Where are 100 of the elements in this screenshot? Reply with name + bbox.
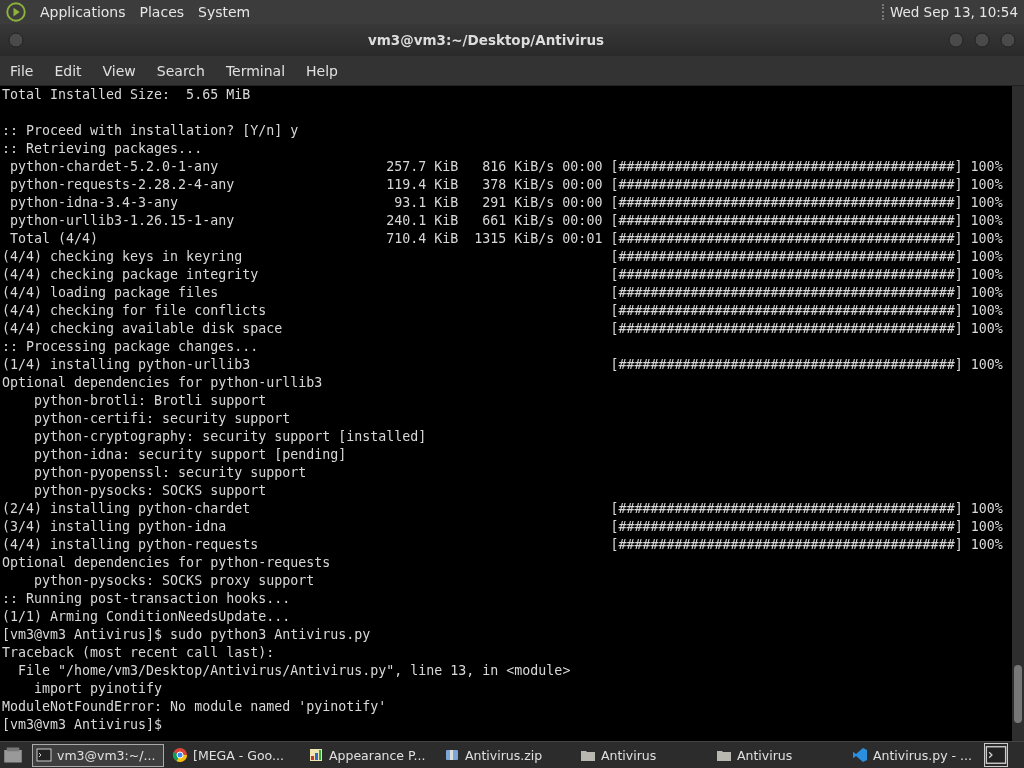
progress-percent: 100%: [970, 302, 1003, 320]
terminal-line: (4/4) checking for file conflicts: [2, 303, 267, 318]
progress-bar-text: [##########################################]: [610, 356, 963, 374]
taskbar-button[interactable]: Antivirus.py - ...: [848, 743, 980, 767]
menu-item[interactable]: File: [10, 62, 34, 79]
taskbar-button[interactable]: Antivirus: [576, 743, 708, 767]
download-time: 00:01: [562, 230, 603, 248]
progress-bar-text: [##########################################]: [610, 230, 963, 248]
download-rate: 816 KiB/s: [481, 158, 555, 176]
progress-bar-text: [##########################################]: [610, 284, 963, 302]
terminal-line: Optional dependencies for python-requests: [2, 554, 331, 572]
archive-icon: [444, 747, 460, 763]
terminal-line: Total Installed Size: 5.65 MiB: [2, 86, 251, 104]
logo-icon[interactable]: [6, 2, 26, 22]
progress-bar-text: [##########################################]: [610, 320, 963, 338]
menu-item[interactable]: Search: [156, 62, 205, 79]
package-name: Total (4/4): [9, 230, 100, 248]
window-menu-icon[interactable]: [6, 30, 26, 50]
download-rate: 291 KiB/s: [481, 194, 555, 212]
download-rate: 1315 KiB/s: [473, 230, 555, 248]
panel-menu[interactable]: Places: [139, 4, 185, 20]
terminal-line: python-pysocks: SOCKS proxy support: [33, 572, 315, 590]
terminal-line: ModuleNotFoundError: No module named 'pyinotify': [2, 698, 387, 716]
package-name: python-idna-3.4-3-any: [9, 194, 180, 212]
close-icon[interactable]: [998, 30, 1018, 50]
download-size: 257.7 KiB: [386, 158, 459, 176]
terminal-line: python-cryptography: security support [installed]: [33, 428, 427, 446]
terminal-line: python-pyopenssl: security support: [33, 464, 307, 482]
progress-bar-text: [##########################################]: [610, 266, 963, 284]
download-time: 00:00: [562, 158, 603, 176]
window-title: vm3@vm3:~/Desktop/Antivirus: [366, 32, 606, 48]
terminal-line: (4/4) checking available disk space: [2, 321, 283, 336]
terminal-line: (4/4) checking keys in keyring: [2, 249, 243, 264]
download-size: 240.1 KiB: [386, 212, 459, 230]
progress-bar-text: [##########################################]: [610, 302, 963, 320]
progress-percent: 100%: [970, 248, 1003, 266]
terminal-line: python-brotli: Brotli support: [33, 392, 267, 410]
menu-item[interactable]: View: [102, 62, 136, 79]
browser-icon: [172, 747, 188, 763]
taskbar-button[interactable]: Antivirus.zip: [440, 743, 572, 767]
download-time: 00:00: [562, 176, 603, 194]
panel-menu[interactable]: Applications: [40, 4, 126, 20]
progress-percent: 100%: [970, 500, 1003, 518]
terminal-line: (3/4) installing python-idna: [2, 519, 227, 534]
package-name: python-chardet-5.2.0-1-any: [9, 158, 220, 176]
progress-percent: 100%: [970, 158, 1003, 176]
download-size: 93.1 KiB: [393, 194, 459, 212]
terminal-line: Optional dependencies for python-urllib3: [2, 374, 323, 392]
taskbar-button[interactable]: Antivirus: [712, 743, 844, 767]
progress-percent: 100%: [970, 212, 1003, 230]
show-desktop-icon[interactable]: [2, 745, 24, 765]
minimize-icon[interactable]: [946, 30, 966, 50]
clock[interactable]: Wed Sep 13, 10:54: [881, 4, 1018, 20]
terminal-line: [vm3@vm3 Antivirus]$ sudo python3 Antivirus.py: [2, 626, 371, 644]
menu-item[interactable]: Help: [306, 62, 338, 79]
progress-bar-text: [##########################################]: [610, 500, 963, 518]
progress-bar-text: [##########################################]: [610, 248, 963, 266]
progress-percent: 100%: [970, 230, 1003, 248]
terminal-line: :: Retrieving packages...: [2, 140, 203, 158]
download-time: 00:00: [562, 212, 603, 230]
progress-percent: 100%: [970, 176, 1003, 194]
terminal-line: import pyinotify: [33, 680, 163, 698]
download-size: 710.4 KiB: [386, 230, 459, 248]
progress-bar-text: [##########################################]: [610, 176, 963, 194]
panel-menu[interactable]: System: [198, 4, 251, 20]
progress-percent: 100%: [970, 320, 1003, 338]
progress-percent: 100%: [970, 518, 1003, 536]
menu-item[interactable]: Terminal: [225, 62, 286, 79]
menu-item[interactable]: Edit: [54, 62, 82, 79]
terminal-line: (4/4) installing python-requests: [2, 537, 259, 552]
taskbar-button[interactable]: Appearance P...: [304, 743, 436, 767]
terminal-line: python-idna: security support [pending]: [33, 446, 347, 464]
terminal-line: (1/4) installing python-urllib3: [2, 357, 251, 372]
download-size: 119.4 KiB: [386, 176, 459, 194]
maximize-icon[interactable]: [972, 30, 992, 50]
taskbar-button[interactable]: [MEGA - Goo...: [168, 743, 300, 767]
terminal-line: (4/4) checking package integrity: [2, 267, 259, 282]
terminal-line: :: Processing package changes...: [2, 338, 259, 356]
progress-bar-text: [##########################################]: [610, 518, 963, 536]
package-name: python-requests-2.28.2-4-any: [9, 176, 236, 194]
taskbar-button[interactable]: vm3@vm3:~/...: [32, 743, 164, 767]
progress-bar-text: [##########################################]: [610, 194, 963, 212]
terminal-line: (1/1) Arming ConditionNeedsUpdate...: [2, 608, 291, 626]
scrollbar-thumb[interactable]: [1014, 665, 1022, 723]
progress-percent: 100%: [970, 266, 1003, 284]
progress-percent: 100%: [970, 356, 1003, 374]
progress-percent: 100%: [970, 536, 1003, 554]
code-editor-icon: [852, 747, 868, 763]
scrollbar[interactable]: [1012, 86, 1024, 741]
download-rate: 378 KiB/s: [481, 176, 555, 194]
progress-percent: 100%: [970, 194, 1003, 212]
terminal-icon[interactable]: [984, 743, 1008, 767]
terminal-line: (2/4) installing python-chardet: [2, 501, 251, 516]
progress-bar-text: [##########################################]: [610, 158, 963, 176]
terminal-line: python-certifi: security support: [33, 410, 291, 428]
palette-icon: [308, 747, 324, 763]
download-time: 00:00: [562, 194, 603, 212]
terminal-line: :: Proceed with installation? [Y/n] y: [2, 122, 299, 140]
terminal-line: :: Running post-transaction hooks...: [2, 590, 291, 608]
terminal-line: python-pysocks: SOCKS support: [33, 482, 267, 500]
